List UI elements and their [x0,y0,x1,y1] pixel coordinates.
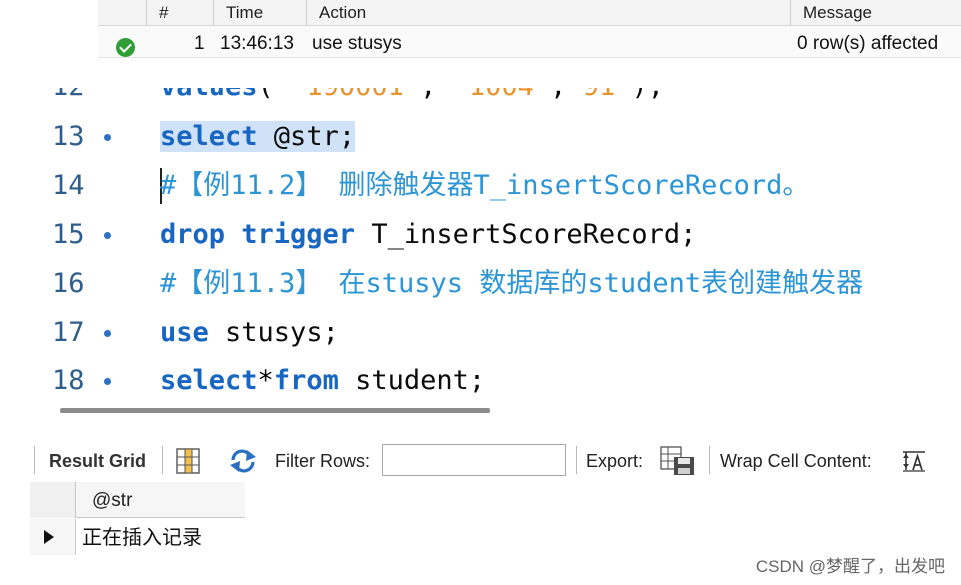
toolbar-separator [576,446,577,474]
line-number: 12 [52,88,112,111]
grid-corner[interactable] [30,482,76,518]
punct: , [420,88,453,102]
toolbar-separator [709,446,710,474]
number-literal: 91 [583,88,616,102]
statement-marker-icon [104,232,111,239]
editor-line-16[interactable]: 16 #【例11.3】 在stusys 数据库的student表创建触发器 [18,260,961,308]
sql-editor[interactable]: 12 values( '190001', '1004', 91 ); 13 se… [18,88,961,400]
line-number: 16 [52,268,85,299]
editor-line-12[interactable]: 12 values( '190001', '1004', 91 ); [18,88,961,111]
header-message[interactable]: Message [790,0,872,26]
code-rest: T_insertScoreRecord; [355,219,697,250]
line-number: 18 [52,365,85,396]
refresh-icon[interactable] [228,449,258,473]
statement-marker-icon [104,378,111,385]
code-text[interactable]: select @str; [160,113,356,161]
wrap-cell-label: Wrap Cell Content: [720,451,872,471]
grid-header-row: @str [30,482,245,518]
statement-marker-icon [104,330,111,337]
output-header-row: # Time Action Message [98,0,961,26]
header-index[interactable]: # [146,0,168,26]
punct: * [257,365,274,396]
line-number: 14 [52,170,85,201]
keyword: from [273,365,339,396]
action-output-panel: # Time Action Message 1 13:46:13 use stu… [98,0,961,58]
filter-rows-label: Filter Rows: [275,451,371,471]
punct: , [550,88,583,102]
editor-line-15[interactable]: 15 drop trigger T_insertScoreRecord; [18,211,961,259]
header-time[interactable]: Time [213,0,263,26]
editor-line-13[interactable]: 13 select @str; [18,113,961,161]
code-text[interactable]: values( '190001', '1004', 91 ); [160,88,664,111]
toolbar-separator [162,446,163,474]
keyword: values [160,88,258,102]
line-number: 17 [52,317,85,348]
string-literal: '1004' [453,88,551,102]
code-comment[interactable]: #【例11.3】 在stusys 数据库的student表创建触发器 [160,260,863,308]
current-row-arrow-icon [30,519,76,555]
output-row-time: 13:46:13 [220,33,294,54]
output-row-message: 0 row(s) affected [797,33,939,54]
statement-marker-icon [104,134,111,141]
grid-columns-icon[interactable] [176,448,200,474]
output-row-action: use stusys [312,33,402,54]
output-row-index: 1 [194,33,205,54]
selected-text: select @str; [160,121,356,152]
result-toolbar: Result Grid Filter Rows: Export: Wrap Ce… [30,440,961,482]
grid-cell[interactable]: 正在插入记录 [82,519,202,555]
filter-rows-input[interactable] [382,444,566,476]
keyword: use [160,317,209,348]
output-row[interactable]: 1 13:46:13 use stusys 0 row(s) affected [98,29,961,58]
code-rest: stusys; [208,317,339,348]
watermark-text: CSDN @梦醒了，出发吧 [755,557,945,576]
grid-column-header[interactable]: @str [92,482,132,518]
header-action[interactable]: Action [306,0,366,26]
wrap-text-icon[interactable] [902,450,926,472]
editor-line-14[interactable]: 14 #【例11.2】 删除触发器T_insertScoreRecord。 [18,162,961,210]
editor-line-17[interactable]: 17 use stusys; [18,309,961,357]
line-number: 15 [52,219,85,250]
toolbar-separator [34,446,35,474]
punct: ( [258,88,291,102]
code-rest: @str; [257,121,356,152]
string-literal: '190001' [290,88,420,102]
code-text[interactable]: use stusys; [160,309,339,357]
export-label: Export: [586,451,644,471]
punct: ); [615,88,664,102]
export-save-icon[interactable] [660,446,696,476]
keyword: drop trigger [160,219,356,250]
code-rest: student; [338,365,486,396]
editor-line-18[interactable]: 18 select*from student; [18,357,961,400]
table-row[interactable]: 正在插入记录 [30,519,245,555]
code-text[interactable]: drop trigger T_insertScoreRecord; [160,211,696,259]
ok-check-icon [116,38,135,57]
result-grid-tab[interactable]: Result Grid [49,440,146,482]
code-text[interactable]: select*from student; [160,357,485,400]
code-comment[interactable]: #【例11.2】 删除触发器T_insertScoreRecord。 [160,162,809,210]
keyword: select [160,365,258,396]
line-number: 13 [52,121,85,152]
result-grid[interactable]: @str 正在插入记录 [30,482,245,555]
editor-horizontal-scrollbar[interactable] [60,408,490,413]
keyword: select [160,121,258,152]
